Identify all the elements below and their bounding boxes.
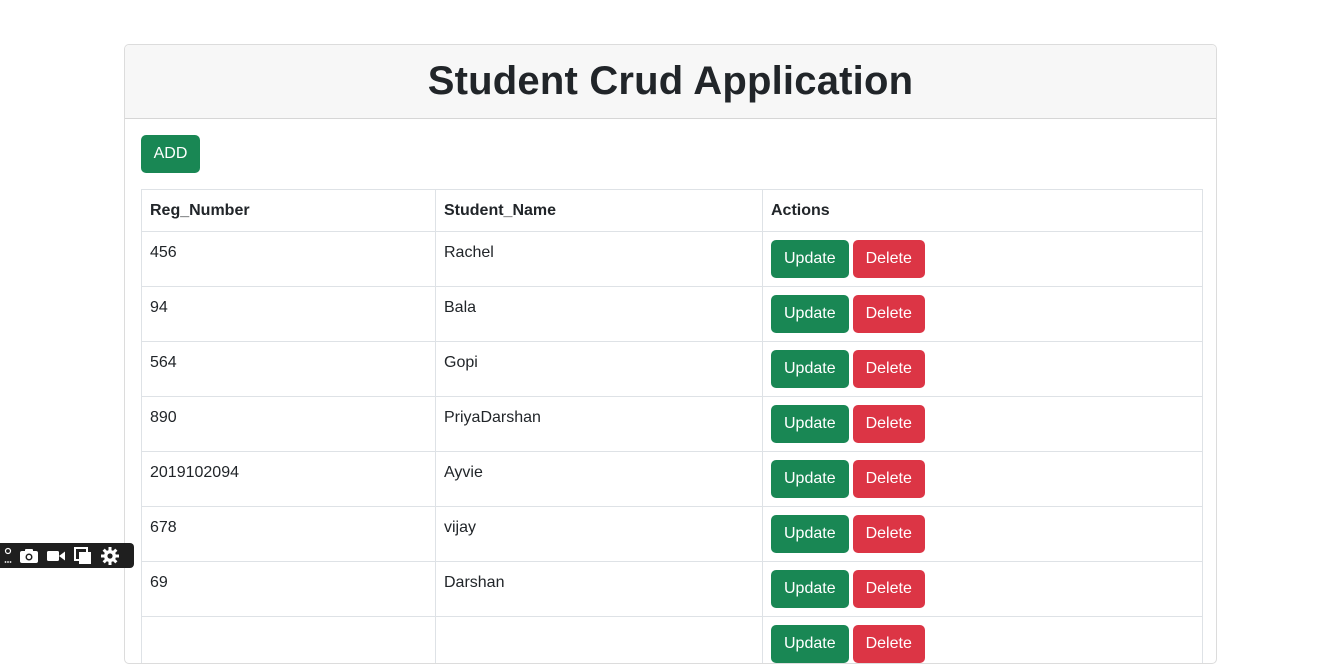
card-header: Student Crud Application <box>125 45 1216 119</box>
table-row: 890 PriyaDarshan UpdateDelete <box>142 397 1203 452</box>
reg-number-cell: 456 <box>142 232 436 287</box>
video-icon[interactable] <box>46 546 66 566</box>
pin-icon[interactable] <box>4 546 12 566</box>
student-name-cell: vijay <box>436 507 763 562</box>
actions-cell: UpdateDelete <box>763 452 1203 507</box>
reg-number-cell: 69 <box>142 562 436 617</box>
actions-cell: UpdateDelete <box>763 397 1203 452</box>
column-header-student-name: Student_Name <box>436 190 763 232</box>
update-button[interactable]: Update <box>771 350 849 388</box>
student-name-cell: Bala <box>436 287 763 342</box>
column-header-reg-number: Reg_Number <box>142 190 436 232</box>
update-button[interactable]: Update <box>771 515 849 553</box>
reg-number-cell <box>142 617 436 664</box>
student-name-cell: PriyaDarshan <box>436 397 763 452</box>
main-card: Student Crud Application ADD Reg_Number … <box>124 44 1217 664</box>
delete-button[interactable]: Delete <box>853 295 925 333</box>
table-row: 69 Darshan UpdateDelete <box>142 562 1203 617</box>
actions-cell: UpdateDelete <box>763 342 1203 397</box>
reg-number-cell: 2019102094 <box>142 452 436 507</box>
table-row: 2019102094 Ayvie UpdateDelete <box>142 452 1203 507</box>
update-button[interactable]: Update <box>771 405 849 443</box>
update-button[interactable]: Update <box>771 295 849 333</box>
copy-icon[interactable] <box>73 546 93 566</box>
card-body: ADD Reg_Number Student_Name Actions 456 … <box>125 119 1216 664</box>
table-row: 564 Gopi UpdateDelete <box>142 342 1203 397</box>
delete-button[interactable]: Delete <box>853 515 925 553</box>
actions-cell: UpdateDelete <box>763 507 1203 562</box>
update-button[interactable]: Update <box>771 240 849 278</box>
delete-button[interactable]: Delete <box>853 405 925 443</box>
table-row: 456 Rachel UpdateDelete <box>142 232 1203 287</box>
delete-button[interactable]: Delete <box>853 570 925 608</box>
add-button[interactable]: ADD <box>141 135 200 173</box>
floating-toolbar <box>0 543 134 568</box>
delete-button[interactable]: Delete <box>853 350 925 388</box>
camera-icon[interactable] <box>19 546 39 566</box>
table-header-row: Reg_Number Student_Name Actions <box>142 190 1203 232</box>
reg-number-cell: 678 <box>142 507 436 562</box>
student-name-cell: Darshan <box>436 562 763 617</box>
delete-button[interactable]: Delete <box>853 625 925 663</box>
students-table: Reg_Number Student_Name Actions 456 Rach… <box>141 189 1203 664</box>
actions-cell: UpdateDelete <box>763 617 1203 664</box>
student-name-cell: Ayvie <box>436 452 763 507</box>
actions-cell: UpdateDelete <box>763 232 1203 287</box>
table-row: UpdateDelete <box>142 617 1203 664</box>
delete-button[interactable]: Delete <box>853 460 925 498</box>
reg-number-cell: 890 <box>142 397 436 452</box>
gear-icon[interactable] <box>100 546 120 566</box>
table-row: 94 Bala UpdateDelete <box>142 287 1203 342</box>
actions-cell: UpdateDelete <box>763 287 1203 342</box>
column-header-actions: Actions <box>763 190 1203 232</box>
update-button[interactable]: Update <box>771 625 849 663</box>
student-name-cell <box>436 617 763 664</box>
update-button[interactable]: Update <box>771 460 849 498</box>
reg-number-cell: 94 <box>142 287 436 342</box>
table-row: 678 vijay UpdateDelete <box>142 507 1203 562</box>
student-name-cell: Rachel <box>436 232 763 287</box>
student-name-cell: Gopi <box>436 342 763 397</box>
delete-button[interactable]: Delete <box>853 240 925 278</box>
update-button[interactable]: Update <box>771 570 849 608</box>
page-title: Student Crud Application <box>428 59 914 104</box>
reg-number-cell: 564 <box>142 342 436 397</box>
actions-cell: UpdateDelete <box>763 562 1203 617</box>
